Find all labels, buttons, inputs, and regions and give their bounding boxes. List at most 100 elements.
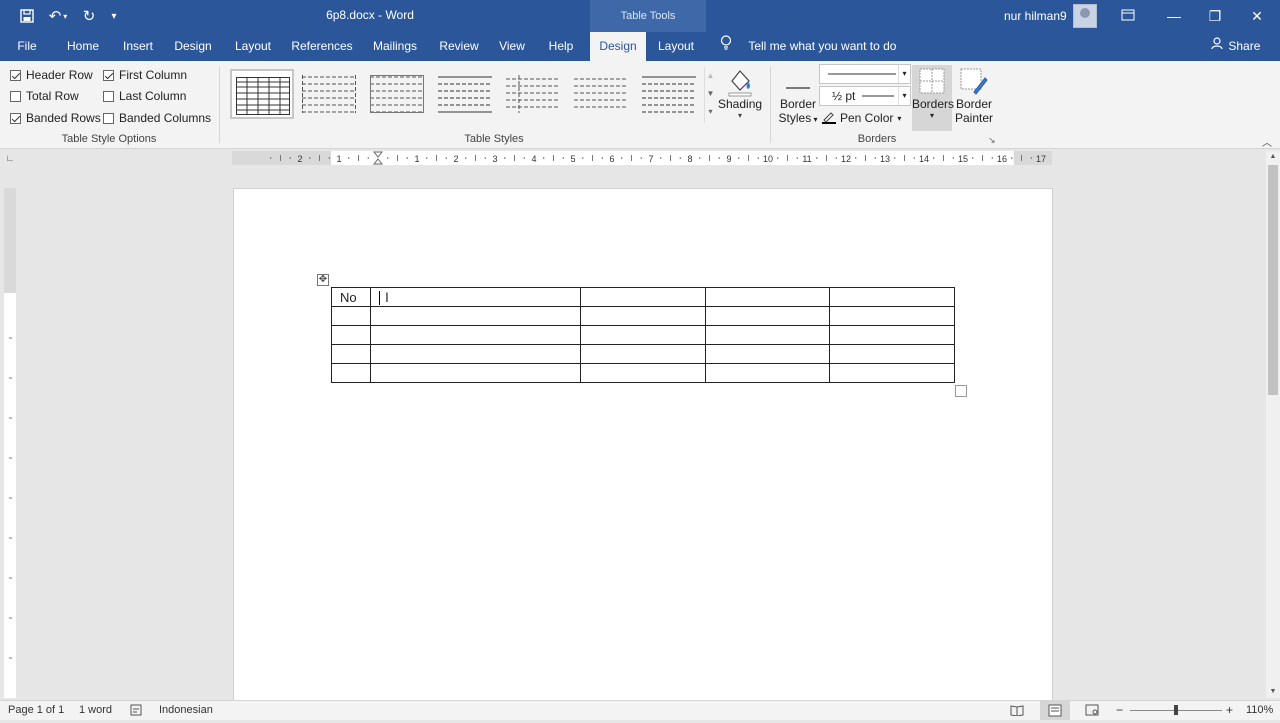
table-resize-handle[interactable]: [955, 385, 967, 397]
collapse-ribbon-icon[interactable]: ︿: [1262, 134, 1272, 149]
gallery-more-icon[interactable]: ▾: [705, 103, 716, 121]
table-cell[interactable]: [370, 287, 581, 307]
avatar[interactable]: [1073, 4, 1097, 28]
read-mode-icon[interactable]: [1010, 704, 1024, 719]
document-page[interactable]: [233, 188, 1053, 700]
table-cell[interactable]: [370, 306, 581, 326]
table-style-grid[interactable]: [230, 69, 294, 119]
tab-review[interactable]: Review: [436, 32, 482, 61]
table-cell[interactable]: [580, 287, 706, 307]
table-style-plain-3[interactable]: [434, 69, 498, 119]
restore-icon[interactable]: ❐: [1192, 0, 1238, 32]
zoom-in-icon[interactable]: +: [1226, 703, 1233, 717]
word-count[interactable]: 1 word: [79, 704, 112, 716]
proofing-icon[interactable]: [130, 704, 144, 719]
table-move-handle-icon[interactable]: ✥: [317, 274, 329, 286]
line-weight-dropdown[interactable]: ½ pt ▾: [819, 86, 911, 106]
tab-table-design[interactable]: Design: [590, 32, 646, 61]
last-column-checkbox[interactable]: Last Column: [103, 89, 186, 103]
table-cell[interactable]: [331, 306, 371, 326]
dialog-launcher-icon[interactable]: ↘: [988, 135, 996, 146]
language[interactable]: Indonesian: [159, 704, 213, 716]
minimize-icon[interactable]: —: [1151, 0, 1197, 32]
tab-insert[interactable]: Insert: [118, 32, 158, 61]
table-cell[interactable]: [829, 287, 955, 307]
table-cell[interactable]: [331, 325, 371, 345]
document-table[interactable]: No: [331, 287, 955, 383]
zoom-slider-thumb[interactable]: [1174, 705, 1178, 715]
table-cell[interactable]: [829, 363, 955, 383]
chevron-down-icon[interactable]: ▾: [898, 65, 910, 83]
table-style-plain-5[interactable]: [570, 69, 634, 119]
web-layout-icon[interactable]: [1085, 704, 1099, 719]
table-cell[interactable]: [580, 306, 706, 326]
group-divider: [219, 67, 220, 143]
shading-button[interactable]: Shading ▾: [718, 65, 762, 129]
vertical-scrollbar[interactable]: ▲ ▼: [1266, 151, 1280, 698]
table-cell[interactable]: [580, 363, 706, 383]
table-style-plain-2[interactable]: [366, 69, 430, 119]
vertical-ruler[interactable]: [4, 188, 16, 698]
tab-design[interactable]: Design: [170, 32, 216, 61]
tab-layout[interactable]: Layout: [228, 32, 278, 61]
scrollbar-thumb[interactable]: [1268, 165, 1278, 395]
table-cell[interactable]: [370, 325, 581, 345]
chevron-down-icon[interactable]: ▾: [898, 87, 910, 105]
border-painter-button[interactable]: Border Painter: [954, 65, 994, 131]
gallery-down-icon[interactable]: ▼: [705, 85, 716, 103]
table-cell[interactable]: [705, 287, 830, 307]
tab-help[interactable]: Help: [542, 32, 580, 61]
tab-references[interactable]: References: [290, 32, 354, 61]
table-cell[interactable]: [331, 363, 371, 383]
table-cell[interactable]: [580, 344, 706, 364]
header-row-checkbox[interactable]: Header Row: [10, 68, 93, 82]
close-icon[interactable]: ✕: [1234, 0, 1280, 32]
tab-table-layout[interactable]: Layout: [652, 32, 700, 61]
ribbon-display-options-icon[interactable]: [1105, 0, 1151, 32]
table-cell[interactable]: [829, 325, 955, 345]
undo-icon[interactable]: ↶ ▾: [44, 0, 72, 32]
first-column-checkbox[interactable]: First Column: [103, 68, 187, 82]
tab-selector-icon[interactable]: ∟: [4, 152, 16, 164]
tab-view[interactable]: View: [494, 32, 530, 61]
table-cell[interactable]: No: [331, 287, 371, 307]
zoom-out-icon[interactable]: −: [1116, 703, 1123, 717]
gallery-scroll[interactable]: ▲ ▼ ▾: [704, 67, 716, 123]
scroll-up-icon[interactable]: ▲: [1266, 151, 1280, 163]
table-cell[interactable]: [580, 325, 706, 345]
tab-mailings[interactable]: Mailings: [366, 32, 424, 61]
save-icon[interactable]: [16, 0, 38, 32]
table-cell[interactable]: [829, 306, 955, 326]
banded-rows-checkbox[interactable]: Banded Rows: [10, 111, 101, 125]
table-cell[interactable]: [370, 363, 581, 383]
table-cell[interactable]: [370, 344, 581, 364]
table-style-plain-4[interactable]: [502, 69, 566, 119]
print-layout-icon[interactable]: [1040, 701, 1070, 720]
table-cell[interactable]: [705, 325, 830, 345]
tab-home[interactable]: Home: [60, 32, 106, 61]
table-cell[interactable]: [705, 306, 830, 326]
table-cell[interactable]: [331, 344, 371, 364]
banded-columns-checkbox[interactable]: Banded Columns: [103, 111, 211, 125]
horizontal-ruler[interactable]: 21123456789101112131415161718: [232, 151, 1280, 165]
table-style-grid-light[interactable]: [638, 69, 702, 119]
total-row-checkbox[interactable]: Total Row: [10, 89, 79, 103]
borders-button[interactable]: Borders ▾: [912, 65, 954, 131]
scroll-down-icon[interactable]: ▼: [1266, 686, 1280, 698]
share-button[interactable]: Share: [1211, 32, 1260, 61]
table-cell[interactable]: [705, 363, 830, 383]
user-name[interactable]: nur hilman9: [1004, 9, 1067, 23]
table-cell[interactable]: [829, 344, 955, 364]
page-count[interactable]: Page 1 of 1: [8, 704, 64, 716]
tell-me-search[interactable]: Tell me what you want to do: [720, 32, 896, 61]
pen-color-button[interactable]: Pen Color ▾: [822, 110, 901, 126]
redo-icon[interactable]: ↻: [78, 0, 100, 32]
gallery-up-icon[interactable]: ▲: [705, 67, 716, 85]
table-style-plain-1[interactable]: [298, 69, 362, 119]
zoom-level[interactable]: 110%: [1246, 704, 1273, 716]
border-styles-button[interactable]: Border Styles ▾: [778, 65, 818, 131]
line-style-dropdown[interactable]: ▾: [819, 64, 911, 84]
tab-file[interactable]: File: [10, 32, 44, 61]
customize-quick-access-icon[interactable]: ▾: [106, 0, 122, 32]
table-cell[interactable]: [705, 344, 830, 364]
